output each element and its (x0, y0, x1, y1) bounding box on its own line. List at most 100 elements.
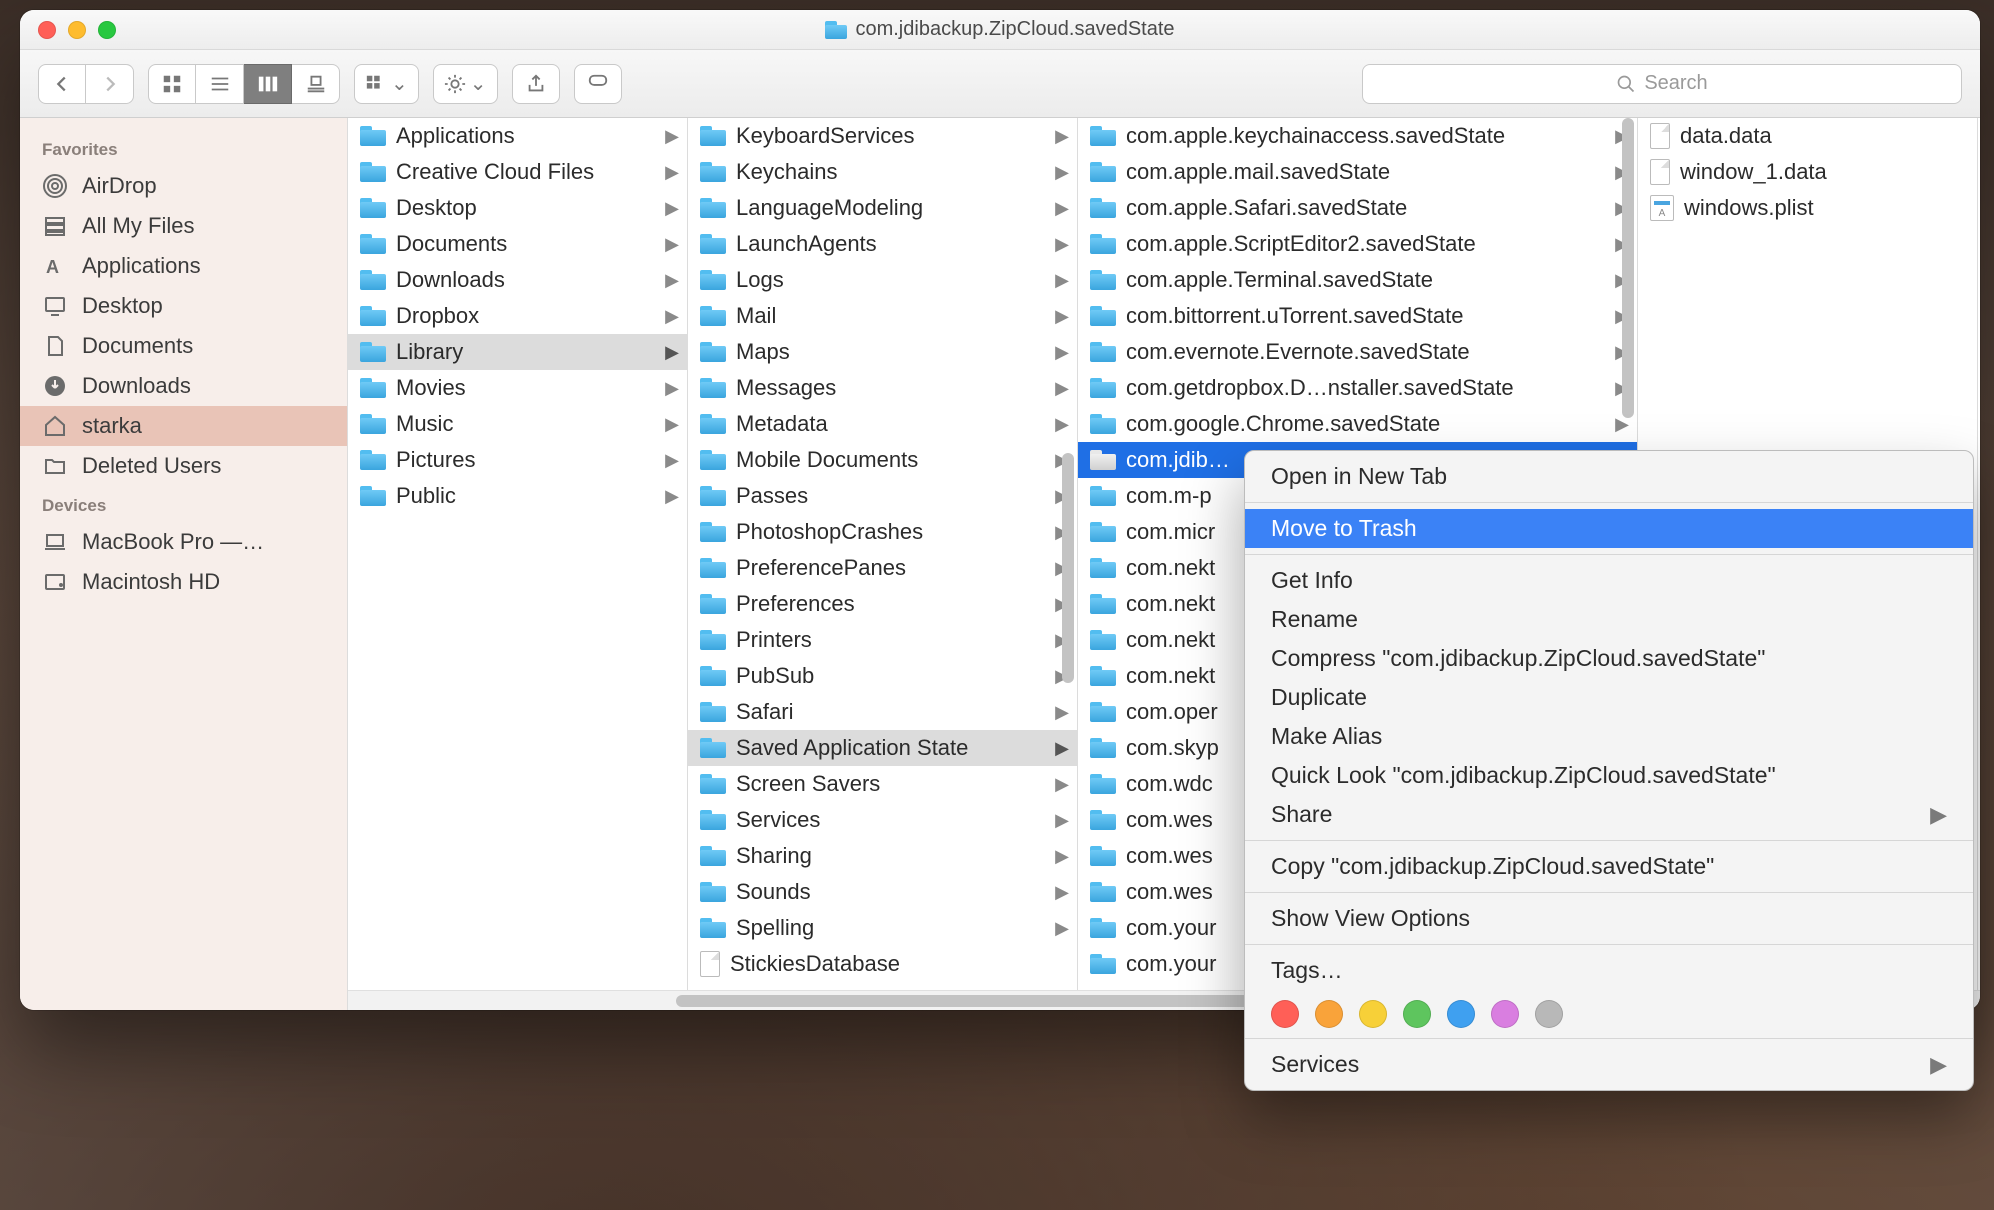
tag-color[interactable] (1359, 1000, 1387, 1028)
column-row[interactable]: Movies▶ (348, 370, 687, 406)
sidebar-item[interactable]: Downloads (20, 366, 347, 406)
column-row[interactable]: PubSub▶ (688, 658, 1077, 694)
folder-icon (1090, 162, 1116, 182)
column-row[interactable]: com.getdropbox.D…nstaller.savedState▶ (1078, 370, 1637, 406)
ctx-view-options[interactable]: Show View Options (1245, 899, 1973, 938)
column-row[interactable]: windows.plist (1638, 190, 1977, 226)
close-icon[interactable] (38, 21, 56, 39)
column-row[interactable]: window_1.data (1638, 154, 1977, 190)
column-row[interactable]: Downloads▶ (348, 262, 687, 298)
ctx-compress[interactable]: Compress "com.jdibackup.ZipCloud.savedSt… (1245, 639, 1973, 678)
column-row[interactable]: com.evernote.Evernote.savedState▶ (1078, 334, 1637, 370)
search-field[interactable]: Search (1362, 64, 1962, 104)
column-row[interactable]: Maps▶ (688, 334, 1077, 370)
column-row[interactable]: Services▶ (688, 802, 1077, 838)
column-row[interactable]: Keychains▶ (688, 154, 1077, 190)
column-row[interactable]: Messages▶ (688, 370, 1077, 406)
row-label: windows.plist (1684, 195, 1969, 221)
column-row[interactable]: com.apple.ScriptEditor2.savedState▶ (1078, 226, 1637, 262)
sidebar-item[interactable]: MacBook Pro —… (20, 522, 347, 562)
sidebar-item[interactable]: AirDrop (20, 166, 347, 206)
column-row[interactable]: data.data (1638, 118, 1977, 154)
tag-color[interactable] (1447, 1000, 1475, 1028)
separator (1245, 1038, 1973, 1039)
column-row[interactable]: Documents▶ (348, 226, 687, 262)
row-label: Logs (736, 267, 1045, 293)
column-row[interactable]: PreferencePanes▶ (688, 550, 1077, 586)
folder-icon (1090, 378, 1116, 398)
row-label: Library (396, 339, 655, 365)
ctx-quick-look[interactable]: Quick Look "com.jdibackup.ZipCloud.saved… (1245, 756, 1973, 795)
ctx-services[interactable]: Services▶ (1245, 1045, 1973, 1084)
ctx-share[interactable]: Share▶ (1245, 795, 1973, 834)
scrollbar[interactable] (1059, 118, 1077, 1010)
column-row[interactable]: Screen Savers▶ (688, 766, 1077, 802)
column-row[interactable]: Dropbox▶ (348, 298, 687, 334)
column-row[interactable]: Pictures▶ (348, 442, 687, 478)
sidebar-item[interactable]: All My Files (20, 206, 347, 246)
column-row[interactable]: Spelling▶ (688, 910, 1077, 946)
tag-color[interactable] (1271, 1000, 1299, 1028)
ctx-open-in-new-tab[interactable]: Open in New Tab (1245, 457, 1973, 496)
column-row[interactable]: Metadata▶ (688, 406, 1077, 442)
action-button[interactable]: ⌄ (433, 64, 498, 104)
ctx-move-to-trash[interactable]: Move to Trash (1245, 509, 1973, 548)
column-row[interactable]: Music▶ (348, 406, 687, 442)
column-row[interactable]: Sharing▶ (688, 838, 1077, 874)
column-row[interactable]: Mobile Documents▶ (688, 442, 1077, 478)
column-row[interactable]: Creative Cloud Files▶ (348, 154, 687, 190)
column-row[interactable]: com.apple.mail.savedState▶ (1078, 154, 1637, 190)
column-row[interactable]: Passes▶ (688, 478, 1077, 514)
column-row[interactable]: StickiesDatabase (688, 946, 1077, 982)
sidebar-item[interactable]: Macintosh HD (20, 562, 347, 602)
nav-buttons (38, 64, 134, 104)
column-row[interactable]: Library▶ (348, 334, 687, 370)
coverflow-view-button[interactable] (292, 64, 340, 104)
column-view-button[interactable] (244, 64, 292, 104)
ctx-rename[interactable]: Rename (1245, 600, 1973, 639)
ctx-copy[interactable]: Copy "com.jdibackup.ZipCloud.savedState" (1245, 847, 1973, 886)
sidebar-item[interactable]: Desktop (20, 286, 347, 326)
folder-icon (700, 594, 726, 614)
ctx-get-info[interactable]: Get Info (1245, 561, 1973, 600)
icon-view-button[interactable] (148, 64, 196, 104)
arrange-button[interactable]: ⌄ (354, 64, 419, 104)
list-view-button[interactable] (196, 64, 244, 104)
column-row[interactable]: LaunchAgents▶ (688, 226, 1077, 262)
zoom-icon[interactable] (98, 21, 116, 39)
column-row[interactable]: com.bittorrent.uTorrent.savedState▶ (1078, 298, 1637, 334)
tag-color[interactable] (1491, 1000, 1519, 1028)
column-row[interactable]: PhotoshopCrashes▶ (688, 514, 1077, 550)
ctx-make-alias[interactable]: Make Alias (1245, 717, 1973, 756)
column-row[interactable]: Printers▶ (688, 622, 1077, 658)
tag-color[interactable] (1403, 1000, 1431, 1028)
column-row[interactable]: LanguageModeling▶ (688, 190, 1077, 226)
column-row[interactable]: Mail▶ (688, 298, 1077, 334)
column-row[interactable]: com.apple.Safari.savedState▶ (1078, 190, 1637, 226)
ctx-duplicate[interactable]: Duplicate (1245, 678, 1973, 717)
column-row[interactable]: com.google.Chrome.savedState▶ (1078, 406, 1637, 442)
sidebar-item-label: Applications (82, 253, 201, 279)
sidebar-item[interactable]: Deleted Users (20, 446, 347, 486)
column-row[interactable]: Sounds▶ (688, 874, 1077, 910)
sidebar-item[interactable]: AApplications (20, 246, 347, 286)
tag-color[interactable] (1315, 1000, 1343, 1028)
column-row[interactable]: Preferences▶ (688, 586, 1077, 622)
column-row[interactable]: com.apple.keychainaccess.savedState▶ (1078, 118, 1637, 154)
column-row[interactable]: Logs▶ (688, 262, 1077, 298)
tags-button[interactable] (574, 64, 622, 104)
share-button[interactable] (512, 64, 560, 104)
column-row[interactable]: Desktop▶ (348, 190, 687, 226)
sidebar-item[interactable]: Documents (20, 326, 347, 366)
forward-button[interactable] (86, 64, 134, 104)
minimize-icon[interactable] (68, 21, 86, 39)
column-row[interactable]: KeyboardServices▶ (688, 118, 1077, 154)
tag-color[interactable] (1535, 1000, 1563, 1028)
column-row[interactable]: Saved Application State▶ (688, 730, 1077, 766)
column-row[interactable]: Public▶ (348, 478, 687, 514)
column-row[interactable]: com.apple.Terminal.savedState▶ (1078, 262, 1637, 298)
column-row[interactable]: Applications▶ (348, 118, 687, 154)
back-button[interactable] (38, 64, 86, 104)
sidebar-item[interactable]: starka (20, 406, 347, 446)
column-row[interactable]: Safari▶ (688, 694, 1077, 730)
